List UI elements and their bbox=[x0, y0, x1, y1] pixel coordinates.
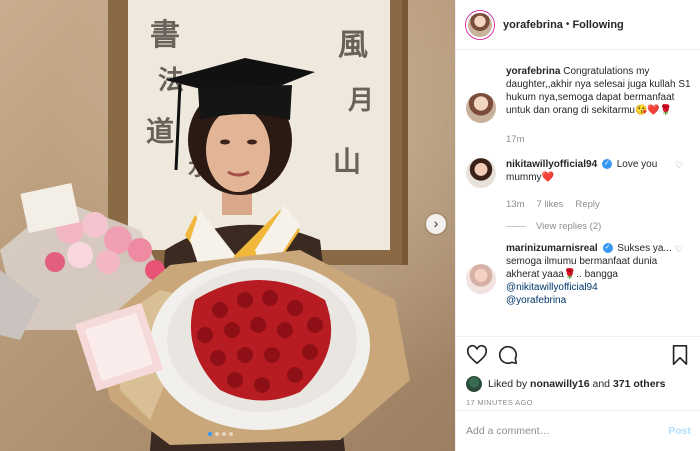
carousel-dot bbox=[229, 432, 233, 436]
following-button[interactable]: Following bbox=[572, 19, 623, 31]
liker-avatar[interactable] bbox=[466, 376, 482, 392]
author-avatar[interactable] bbox=[466, 10, 494, 39]
caption-time: 17m bbox=[506, 134, 525, 145]
photo-illustration bbox=[0, 58, 410, 451]
view-replies-button[interactable]: View replies (2) bbox=[506, 221, 691, 232]
comment-likes[interactable]: 7 likes bbox=[536, 198, 563, 211]
comment-avatar[interactable] bbox=[466, 264, 496, 294]
bookmark-icon[interactable] bbox=[669, 344, 691, 366]
carousel-dot bbox=[222, 432, 226, 436]
comment-body: nikitawillyofficial94 ✓ Love you mummy❤️… bbox=[506, 158, 691, 211]
comment-mention[interactable]: @yorafebrina bbox=[506, 295, 566, 306]
caption-comment: yorafebrina Congratulations my daughter,… bbox=[466, 65, 691, 146]
action-icons bbox=[466, 343, 691, 367]
likes-prefix: Liked by bbox=[488, 378, 528, 390]
post-comment-button[interactable]: Post bbox=[668, 425, 691, 437]
view-replies-label: View replies (2) bbox=[536, 221, 602, 232]
reply-button[interactable]: Reply bbox=[575, 198, 599, 211]
caption-avatar[interactable] bbox=[466, 93, 496, 123]
heart-icon[interactable] bbox=[466, 344, 488, 366]
carousel-next-button[interactable]: › bbox=[426, 214, 446, 234]
post-header: yorafebrina • Following bbox=[456, 0, 700, 50]
carousel-dot bbox=[215, 432, 219, 436]
chevron-right-icon: › bbox=[433, 215, 439, 231]
author-username[interactable]: yorafebrina bbox=[503, 19, 563, 31]
verified-badge-icon: ✓ bbox=[602, 243, 613, 254]
comment-meta: 13m 7 likes Reply bbox=[506, 198, 691, 211]
verified-badge-icon: ✓ bbox=[601, 159, 612, 170]
post-side-panel: yorafebrina • Following yorafebrina Cong… bbox=[455, 0, 700, 451]
post-photo[interactable]: 書 法 道 風 月 山 水 bbox=[0, 0, 455, 451]
post-actions: Liked by nonawilly16 and 371 others 17 M… bbox=[456, 336, 700, 407]
add-comment-bar: Post bbox=[456, 410, 700, 451]
likes-summary: Liked by nonawilly16 and 371 others bbox=[466, 376, 691, 392]
caption-meta: 17m bbox=[506, 133, 691, 146]
carousel-dot bbox=[208, 432, 212, 436]
comment-list[interactable]: yorafebrina Congratulations my daughter,… bbox=[456, 51, 700, 336]
comment-avatar[interactable] bbox=[466, 158, 496, 188]
small-heart-icon[interactable]: ♡ bbox=[675, 244, 683, 255]
comment-icon[interactable] bbox=[497, 344, 519, 366]
comment-mention[interactable]: @nikitawillyofficial94 bbox=[506, 282, 598, 293]
comment-item: nikitawillyofficial94 ✓ Love you mummy❤️… bbox=[466, 158, 691, 211]
caption-username[interactable]: yorafebrina bbox=[506, 66, 560, 77]
comment-body: marinizumarnisreal ✓ Sukses ya... semoga… bbox=[506, 242, 691, 307]
add-comment-input[interactable] bbox=[466, 425, 669, 437]
post-timestamp[interactable]: 17 MINUTES AGO bbox=[466, 398, 691, 407]
comment-username[interactable]: marinizumarnisreal bbox=[506, 243, 598, 254]
liker-username[interactable]: nonawilly16 bbox=[530, 378, 590, 390]
likes-others[interactable]: 371 others bbox=[613, 378, 666, 390]
likes-and: and bbox=[592, 378, 611, 390]
small-heart-icon[interactable]: ♡ bbox=[675, 160, 683, 171]
header-separator: • bbox=[565, 19, 570, 30]
replies-divider bbox=[506, 226, 526, 227]
carousel-indicator bbox=[208, 432, 233, 436]
caption-body: yorafebrina Congratulations my daughter,… bbox=[506, 65, 691, 146]
comment-time: 13m bbox=[506, 199, 525, 210]
comment-item: marinizumarnisreal ✓ Sukses ya... semoga… bbox=[466, 242, 691, 307]
comment-username[interactable]: nikitawillyofficial94 bbox=[506, 159, 597, 170]
